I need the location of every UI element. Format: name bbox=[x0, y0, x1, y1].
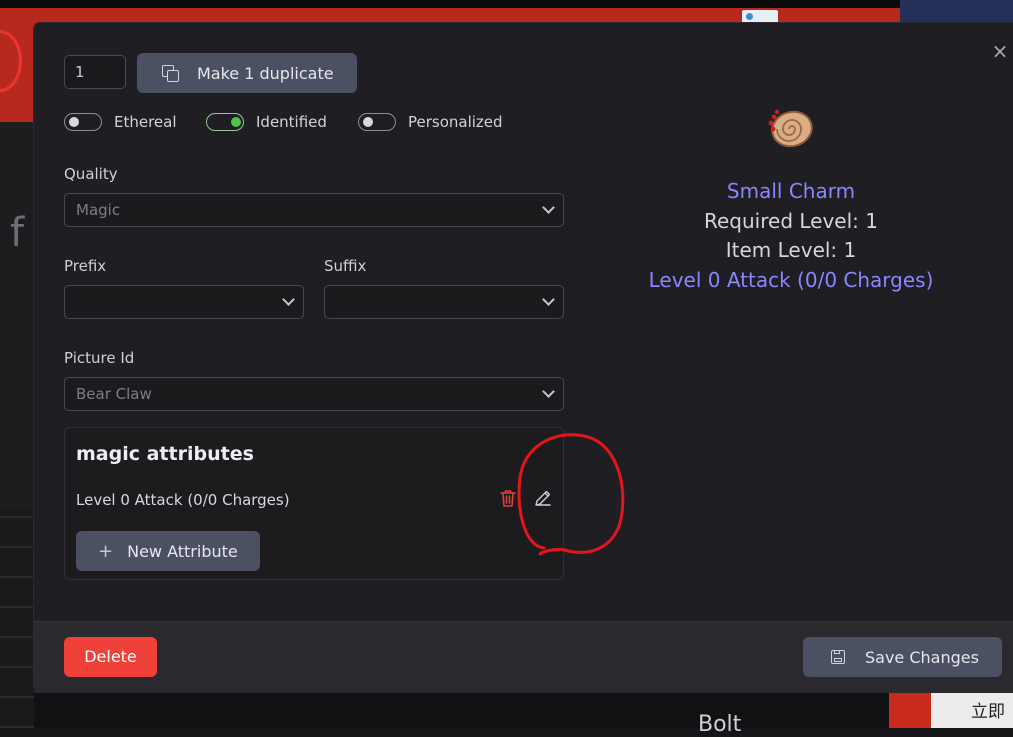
delete-button[interactable]: Delete bbox=[64, 637, 157, 677]
ethereal-label: Ethereal bbox=[114, 113, 177, 131]
required-level: Required Level: 1 bbox=[704, 208, 878, 233]
prefix-select[interactable] bbox=[64, 285, 304, 319]
duplicate-count-input[interactable] bbox=[64, 55, 126, 89]
personalized-label: Personalized bbox=[408, 113, 503, 131]
new-attribute-button[interactable]: + New Attribute bbox=[76, 531, 260, 571]
close-icon[interactable]: × bbox=[989, 40, 1011, 62]
background-button-fragment: 立即 bbox=[931, 692, 1013, 728]
save-changes-button[interactable]: Save Changes bbox=[803, 637, 1002, 677]
background-text-bottom: Bolt bbox=[698, 712, 742, 737]
small-charm-image bbox=[768, 109, 813, 148]
item-level: Item Level: 1 bbox=[725, 238, 857, 262]
quality-label: Quality bbox=[64, 165, 118, 183]
chevron-down-icon bbox=[542, 201, 555, 214]
ethereal-switch[interactable] bbox=[64, 113, 102, 131]
toggle-personalized[interactable]: Personalized bbox=[358, 113, 503, 131]
item-preview: Small Charm Required Level: 1 Item Level… bbox=[626, 177, 956, 295]
plus-icon: + bbox=[98, 540, 114, 562]
copy-icon bbox=[161, 64, 179, 82]
make-duplicate-label: Make 1 duplicate bbox=[197, 63, 334, 83]
save-icon bbox=[831, 650, 845, 664]
item-name: Small Charm bbox=[726, 179, 856, 203]
toggle-ethereal[interactable]: Ethereal bbox=[64, 113, 177, 131]
suffix-select[interactable] bbox=[324, 285, 564, 319]
trash-icon[interactable] bbox=[499, 488, 517, 508]
quality-select[interactable]: Magic bbox=[64, 193, 564, 227]
new-attribute-label: New Attribute bbox=[127, 541, 238, 561]
make-duplicate-button[interactable]: Make 1 duplicate bbox=[137, 53, 357, 93]
background-red-block bbox=[889, 692, 931, 728]
picture-id-label: Picture Id bbox=[64, 349, 135, 367]
magic-property: Level 0 Attack (0/0 Charges) bbox=[648, 267, 934, 292]
toggle-identified[interactable]: Identified bbox=[206, 113, 327, 131]
picture-id-select[interactable]: Bear Claw bbox=[64, 377, 564, 411]
suffix-label: Suffix bbox=[324, 257, 367, 275]
prefix-label: Prefix bbox=[64, 257, 107, 275]
magic-attributes-panel: magic attributes Level 0 Attack (0/0 Cha… bbox=[64, 427, 564, 580]
picture-id-value: Bear Claw bbox=[76, 385, 152, 403]
edit-item-modal: × Make 1 duplicate Ethereal Identified P… bbox=[34, 23, 1013, 693]
chevron-down-icon bbox=[542, 293, 555, 306]
ad-info-icon bbox=[742, 10, 778, 24]
background-stripe bbox=[0, 0, 1013, 8]
chevron-down-icon bbox=[542, 385, 555, 398]
modal-footer: Delete Save Changes bbox=[34, 621, 1013, 693]
background-grid bbox=[0, 510, 34, 728]
quality-value: Magic bbox=[76, 201, 121, 219]
identified-label: Identified bbox=[256, 113, 327, 131]
background-footer: Bolt 立即 bbox=[34, 692, 1013, 737]
personalized-switch[interactable] bbox=[358, 113, 396, 131]
attribute-row-text: Level 0 Attack (0/0 Charges) bbox=[76, 491, 290, 509]
save-changes-label: Save Changes bbox=[865, 647, 979, 667]
magic-attributes-title: magic attributes bbox=[76, 443, 254, 465]
identified-switch[interactable] bbox=[206, 113, 244, 131]
background-text-fragment: f bbox=[10, 210, 25, 256]
chevron-down-icon bbox=[282, 293, 295, 306]
pencil-icon[interactable] bbox=[533, 488, 553, 508]
